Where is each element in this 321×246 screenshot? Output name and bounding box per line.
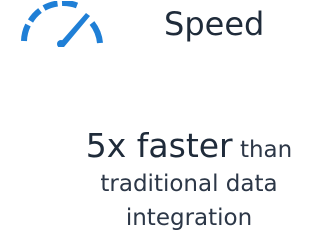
speedometer-icon bbox=[21, 1, 103, 47]
tagline-line-1: 5x faster than bbox=[50, 126, 321, 167]
tagline-line-3: integration bbox=[125, 205, 253, 231]
feature-header: Speed bbox=[0, 0, 321, 60]
tagline-highlight: 5x faster bbox=[85, 126, 233, 165]
feature-tagline: 5x faster than traditional data integrat… bbox=[50, 126, 321, 235]
tagline-line-1-rest: than bbox=[239, 137, 293, 163]
feature-title: Speed bbox=[164, 5, 265, 43]
tagline-line-2: traditional data bbox=[100, 171, 278, 197]
